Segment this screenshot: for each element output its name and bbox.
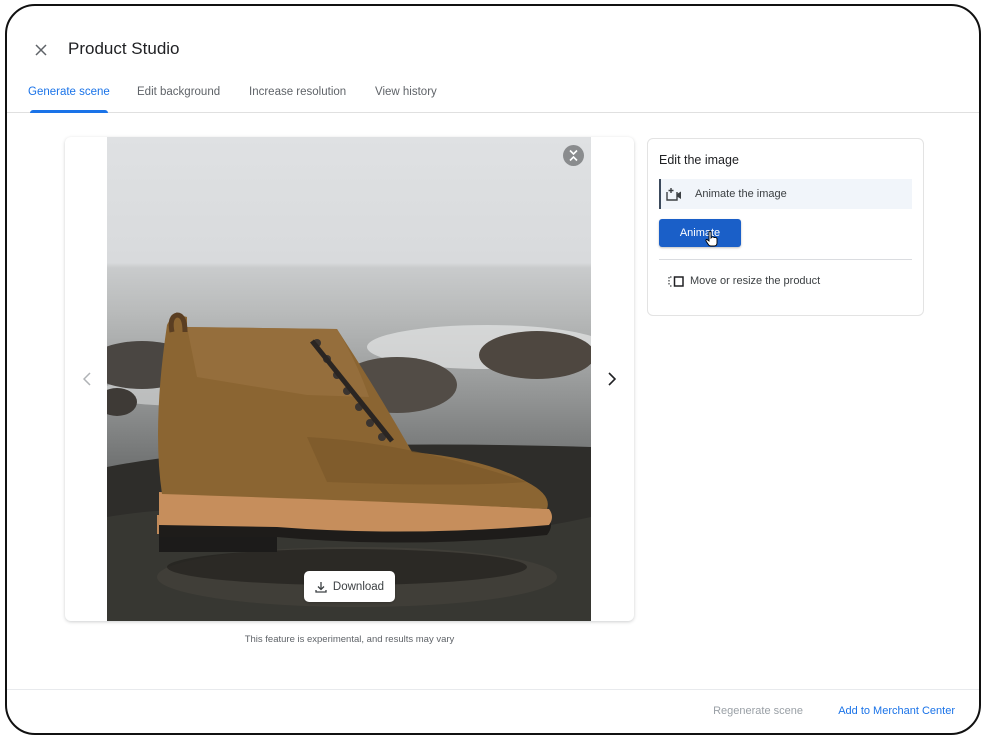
option-move-label: Move or resize the product: [690, 275, 821, 287]
move-resize-icon: [668, 275, 684, 287]
regenerate-scene-button[interactable]: Regenerate scene: [713, 705, 803, 717]
dialog-title: Product Studio: [68, 39, 180, 58]
download-label: Download: [332, 580, 385, 593]
option-move-resize[interactable]: Move or resize the product: [668, 275, 820, 287]
tab-edit-background[interactable]: Edit background: [137, 86, 220, 113]
collapse-button[interactable]: [563, 145, 584, 166]
experimental-disclaimer: This feature is experimental, and result…: [244, 634, 455, 645]
previous-image-button[interactable]: [77, 369, 97, 389]
tab-increase-resolution[interactable]: Increase resolution: [249, 86, 346, 113]
chevron-left-icon: [83, 372, 91, 386]
animate-button[interactable]: Animate: [659, 219, 741, 247]
product-studio-dialog: Product Studio Generate scene Edit backg…: [5, 4, 981, 735]
chevron-right-icon: [608, 372, 616, 386]
dialog-header: Product Studio Generate scene Edit backg…: [7, 6, 979, 114]
tab-generate-scene[interactable]: Generate scene: [28, 86, 110, 113]
collapse-icon: [569, 149, 578, 162]
edit-image-panel: Edit the image Animate the image Animate: [647, 138, 924, 316]
option-animate-label: Animate the image: [695, 188, 787, 200]
close-button[interactable]: [31, 40, 51, 60]
add-to-merchant-center-button[interactable]: Add to Merchant Center: [838, 705, 955, 717]
panel-title: Edit the image: [659, 153, 739, 167]
panel-divider: [659, 259, 912, 260]
download-icon: [315, 581, 327, 593]
option-animate-image[interactable]: Animate the image: [659, 179, 912, 209]
tab-bar: Generate scene Edit background Increase …: [7, 82, 979, 113]
animate-video-icon: [666, 185, 684, 203]
boot-scene-illustration: [107, 312, 591, 621]
hand-pointer-cursor-icon: [705, 231, 718, 247]
dialog-footer: Regenerate scene Add to Merchant Center: [7, 689, 979, 733]
download-button[interactable]: Download: [304, 571, 395, 602]
product-image: [107, 137, 591, 621]
close-icon: [35, 44, 47, 56]
next-image-button[interactable]: [602, 369, 622, 389]
tab-view-history[interactable]: View history: [375, 86, 437, 113]
